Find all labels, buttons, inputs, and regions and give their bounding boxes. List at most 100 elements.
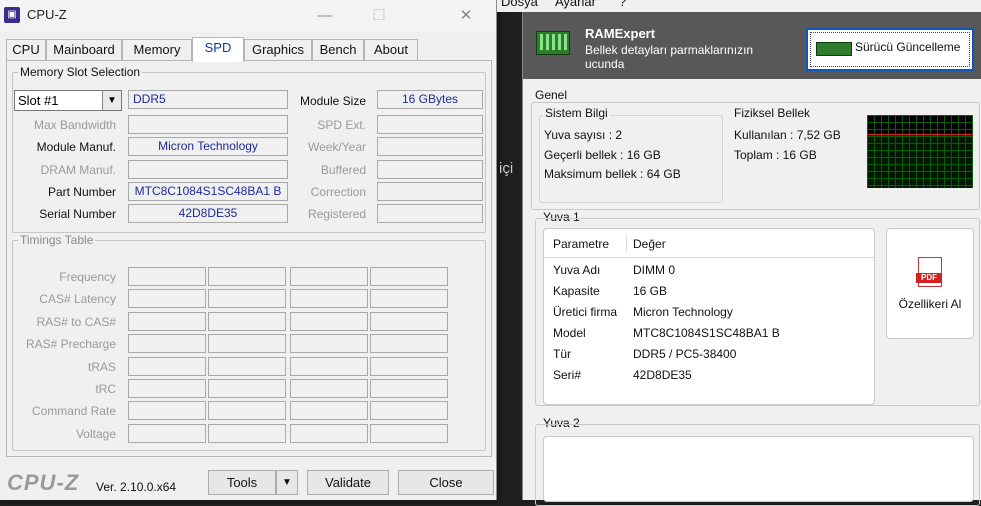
spd-ext-field	[377, 115, 483, 134]
timing-label: RAS# Precharge	[25, 337, 116, 352]
timing-cell	[370, 267, 448, 286]
slot2-panel	[543, 436, 974, 502]
physical-memory-title: Fiziksel Bellek	[734, 106, 811, 120]
memory-usage-graph	[867, 115, 973, 188]
serial-number-field: 42D8DE35	[128, 204, 288, 223]
tab-about[interactable]: About	[364, 39, 418, 60]
timings-table-legend: Timings Table	[20, 233, 94, 247]
tab-mainboard[interactable]: Mainboard	[46, 39, 122, 60]
buffered-label: Buffered	[320, 163, 366, 177]
timing-cell	[290, 356, 368, 376]
tab-graphics[interactable]: Graphics	[244, 39, 312, 60]
driver-update-button[interactable]: Sürücü Güncelleme	[806, 28, 974, 71]
cpuz-titlebar: ▣ CPU-Z — ☐ ✕	[0, 0, 496, 32]
ramexpert-window: RAMExpert Bellek detayları parmaklarınız…	[522, 12, 981, 506]
timing-cell	[290, 334, 368, 354]
dram-manuf-label: DRAM Manuf.	[40, 163, 116, 177]
correction-label: Correction	[310, 185, 366, 199]
timing-cell	[208, 423, 286, 443]
timing-cell	[208, 334, 286, 354]
slot1-row-value: DIMM 0	[633, 263, 675, 277]
serial-number-label: Serial Number	[39, 207, 116, 221]
driver-update-label: Sürücü Güncelleme	[855, 40, 961, 54]
timing-cell	[208, 267, 286, 286]
maximize-icon[interactable]: ☐	[364, 5, 394, 27]
memory-type-field: DDR5	[128, 90, 288, 109]
timing-cell	[370, 289, 448, 309]
week-year-label: Week/Year	[307, 140, 366, 154]
timing-cell	[128, 311, 206, 331]
background-text-fragment: içi	[499, 160, 514, 177]
get-specs-button[interactable]: PDF Özellikeri Al	[886, 228, 974, 339]
timing-label: Frequency	[59, 270, 116, 284]
timing-label: tRC	[95, 382, 116, 396]
column-header-deger[interactable]: Değer	[633, 237, 666, 251]
timing-cell	[290, 379, 368, 398]
buffered-field	[377, 160, 483, 179]
background-menu-bar: Dosya Ayarlar ?	[497, 0, 981, 12]
slot-select[interactable]: Slot #1 ▼	[14, 90, 122, 111]
timing-cell	[128, 334, 206, 354]
timing-cell	[290, 401, 368, 421]
spd-ext-label: SPD Ext.	[317, 118, 366, 132]
registered-field	[377, 204, 483, 223]
cpuz-app-icon: ▣	[4, 7, 20, 23]
tab-cpu[interactable]: CPU	[6, 39, 46, 60]
timing-cell	[128, 289, 206, 309]
tools-dropdown-icon[interactable]: ▼	[276, 470, 298, 495]
slot1-row-value: Micron Technology	[633, 305, 733, 319]
memory-used: Kullanılan : 7,52 GB	[734, 128, 841, 142]
timing-cell	[370, 423, 448, 443]
slot1-row-value: DDR5 / PC5-38400	[633, 347, 737, 361]
menu-help[interactable]: ?	[619, 0, 626, 9]
timing-cell	[370, 379, 448, 398]
max-memory: Maksimum bellek : 64 GB	[544, 167, 681, 181]
menu-dosya[interactable]: Dosya	[501, 0, 538, 9]
dram-manuf-field	[128, 160, 288, 179]
slot1-row-param: Seri#	[553, 368, 582, 382]
close-button[interactable]: Close	[398, 470, 494, 495]
tools-button[interactable]: Tools	[208, 470, 276, 495]
menu-ayarlar[interactable]: Ayarlar	[555, 0, 596, 9]
version-label: Ver. 2.10.0.x64	[96, 480, 177, 494]
pdf-icon: PDF	[916, 257, 942, 287]
slot1-row-value: 42D8DE35	[633, 368, 692, 382]
timing-cell	[128, 267, 206, 286]
timing-cell	[370, 401, 448, 421]
module-manuf-field: Micron Technology	[128, 137, 288, 156]
timing-cell	[290, 423, 368, 443]
close-icon[interactable]: ✕	[451, 5, 481, 27]
get-specs-label: Özellikeri Al	[898, 297, 962, 311]
validate-button[interactable]: Validate	[307, 470, 389, 495]
memory-usage-fill	[867, 135, 973, 188]
slot1-row-value: 16 GB	[633, 284, 668, 298]
timing-label: RAS# to CAS#	[36, 314, 116, 329]
max-bandwidth-field	[128, 115, 288, 134]
timing-label: Command Rate	[31, 404, 116, 419]
module-size-field: 16 GBytes	[377, 90, 483, 109]
tab-spd[interactable]: SPD	[192, 37, 244, 62]
max-bandwidth-label: Max Bandwidth	[33, 118, 116, 132]
chevron-down-icon[interactable]: ▼	[102, 91, 121, 110]
slot1-row-param: Üretici firma	[553, 305, 618, 319]
timing-cell	[208, 356, 286, 376]
timing-cell	[370, 334, 448, 354]
minimize-icon[interactable]: —	[310, 5, 340, 27]
timing-cell	[208, 401, 286, 421]
timing-cell	[208, 311, 286, 331]
tab-bench[interactable]: Bench	[312, 39, 364, 60]
registered-label: Registered	[307, 207, 366, 221]
week-year-field	[377, 137, 483, 156]
timing-cell	[128, 423, 206, 443]
module-manuf-label: Module Manuf.	[36, 140, 116, 154]
memory-total: Toplam : 16 GB	[734, 148, 817, 162]
module-size-label: Module Size	[299, 94, 366, 108]
valid-memory: Geçerli bellek : 16 GB	[544, 148, 661, 162]
timing-cell	[128, 379, 206, 398]
column-header-parametre[interactable]: Parametre	[553, 237, 609, 251]
timing-label: tRAS	[87, 359, 116, 374]
tab-memory[interactable]: Memory	[122, 39, 192, 60]
timing-cell	[128, 356, 206, 376]
cpuz-window: ▣ CPU-Z — ☐ ✕ CPU Mainboard Memory SPD G…	[0, 0, 497, 500]
general-title: Genel	[535, 88, 568, 102]
